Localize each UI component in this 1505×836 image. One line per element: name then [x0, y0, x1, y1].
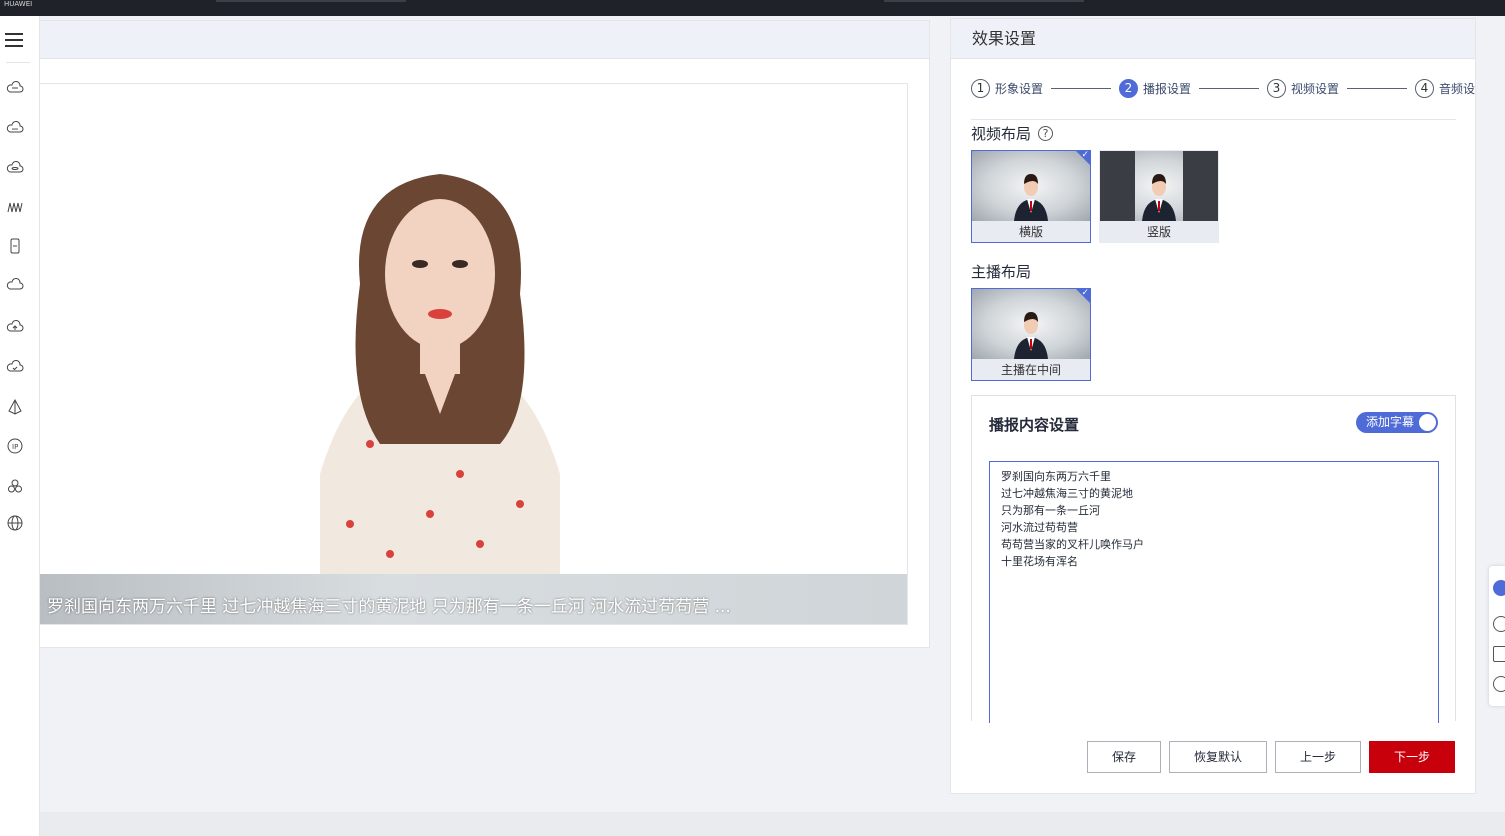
section-divider: [971, 119, 1456, 120]
toggle-label: 添加字幕: [1366, 415, 1415, 429]
video-layout-label: 视频布局: [971, 125, 1032, 143]
subtitle-bar: 罗刹国向东两万六千里 过七冲越焦海三寸的黄泥地 只为那有一条一丘河 河水流过苟苟…: [40, 574, 907, 624]
cloud-check-icon[interactable]: [5, 357, 25, 377]
layout-option-label: 主播在中间: [1000, 363, 1061, 377]
phone-icon[interactable]: [5, 236, 25, 256]
step-3[interactable]: 3 视频设置: [1267, 77, 1339, 99]
cloud-icon[interactable]: [5, 78, 25, 98]
top-tab-indicator: [884, 0, 1084, 2]
step-connector: [1347, 88, 1407, 89]
preview-header: [40, 21, 929, 59]
step-1[interactable]: 1 形象设置: [971, 77, 1043, 99]
layout-thumbnail: [972, 151, 1090, 221]
subtitle-text: 罗刹国向东两万六千里 过七冲越焦海三寸的黄泥地 只为那有一条一丘河 河水流过苟苟…: [47, 597, 731, 617]
document-icon[interactable]: [1493, 646, 1505, 662]
top-tab-indicator: [216, 0, 406, 2]
check-icon: ✓: [1081, 288, 1089, 298]
network-icon[interactable]: [5, 397, 25, 417]
anchor-thumbnail-icon: [1014, 312, 1048, 359]
anchor-thumbnail-icon: [1142, 174, 1176, 221]
step-4[interactable]: 4 音频设: [1415, 77, 1475, 99]
effect-settings-panel: 效果设置 1 形象设置 2 播报设置 3 视频设置 4 音频设 视频布局 ? 横…: [950, 18, 1476, 794]
svg-text:IP: IP: [12, 443, 18, 451]
video-preview: 罗刹国向东两万六千里 过七冲越焦海三寸的黄泥地 只为那有一条一丘河 河水流过苟苟…: [40, 83, 908, 625]
virtual-anchor-image: [320, 174, 560, 584]
waves-icon[interactable]: [5, 197, 25, 217]
layout-option-label: 横版: [1018, 225, 1043, 239]
script-line: 罗刹国向东两万六千里: [1001, 470, 1111, 483]
cloud-upload-icon[interactable]: [5, 317, 25, 337]
cloud-outline-icon[interactable]: [5, 275, 25, 295]
help-icon[interactable]: [1493, 616, 1505, 632]
step-2[interactable]: 2 播报设置: [1119, 77, 1191, 99]
anchor-option-center[interactable]: 主播在中间 ✓: [971, 288, 1091, 381]
step-label: 视频设置: [1291, 81, 1340, 96]
assistant-icon[interactable]: [1493, 580, 1505, 596]
script-line: 只为那有一条一丘河: [1001, 504, 1100, 517]
panel-title: 效果设置: [951, 19, 1475, 59]
add-subtitle-toggle[interactable]: 添加字幕: [1356, 412, 1438, 433]
layout-option-landscape[interactable]: 横版 ✓: [971, 150, 1091, 243]
script-line: 十里花场有浑名: [1001, 555, 1078, 568]
layout-option-portrait[interactable]: 竖版: [1099, 150, 1219, 243]
help-icon[interactable]: ?: [1038, 126, 1054, 141]
anchor-thumbnail-icon: [1014, 174, 1048, 221]
step-number: 1: [971, 78, 990, 98]
script-line: 河水流过苟苟营: [1001, 521, 1078, 534]
nav-divider: [6, 62, 30, 63]
next-step-button[interactable]: 下一步: [1369, 741, 1455, 773]
step-indicator: 1 形象设置 2 播报设置 3 视频设置 4 音频设: [971, 77, 1477, 101]
anchor-layout-label: 主播布局: [971, 263, 1032, 281]
floating-toolbar: [1489, 566, 1505, 706]
feedback-icon[interactable]: [1493, 676, 1505, 692]
content-settings-title: 播报内容设置: [989, 416, 1080, 434]
footer-strip: [40, 812, 1505, 836]
cloud-dots-icon[interactable]: [5, 118, 25, 138]
step-label: 播报设置: [1143, 81, 1192, 96]
menu-icon[interactable]: [5, 30, 25, 50]
step-label: 音频设: [1439, 81, 1476, 96]
layout-thumbnail: [1100, 151, 1218, 221]
script-line: 苟苟营当家的叉杆儿唤作马户: [1001, 538, 1144, 551]
step-connector: [1051, 88, 1111, 89]
badge-icon[interactable]: IP: [5, 436, 25, 456]
globe-icon[interactable]: [5, 513, 25, 533]
preview-panel: 罗刹国向东两万六千里 过七冲越焦海三寸的黄泥地 只为那有一条一丘河 河水流过苟苟…: [40, 20, 930, 648]
reset-default-button[interactable]: 恢复默认: [1169, 741, 1267, 773]
cluster-icon[interactable]: [5, 476, 25, 496]
check-icon: ✓: [1081, 150, 1089, 160]
top-bar: HUAWEI: [0, 0, 1505, 16]
step-number: 2: [1119, 78, 1138, 98]
layout-thumbnail: [972, 289, 1090, 359]
save-button[interactable]: 保存: [1087, 741, 1161, 773]
step-label: 形象设置: [995, 81, 1044, 96]
script-textarea[interactable]: 罗刹国向东两万六千里 过七冲越焦海三寸的黄泥地 只为那有一条一丘河 河水流过苟苟…: [989, 461, 1439, 723]
layout-option-label: 竖版: [1146, 225, 1171, 239]
side-navigation: IP: [0, 16, 40, 836]
cloud-db-icon[interactable]: [5, 158, 25, 178]
brand-logo: HUAWEI: [4, 0, 33, 8]
video-layout-title: 视频布局 ?: [971, 123, 1054, 144]
toggle-knob: [1419, 414, 1436, 431]
script-line: 过七冲越焦海三寸的黄泥地: [1001, 487, 1133, 500]
step-number: 4: [1415, 78, 1434, 98]
anchor-layout-title: 主播布局: [971, 261, 1031, 282]
broadcast-content-settings: 播报内容设置 添加字幕 罗刹国向东两万六千里 过七冲越焦海三寸的黄泥地 只为那有…: [971, 395, 1456, 723]
step-number: 3: [1267, 78, 1286, 98]
previous-step-button[interactable]: 上一步: [1275, 741, 1361, 773]
step-connector: [1199, 88, 1259, 89]
